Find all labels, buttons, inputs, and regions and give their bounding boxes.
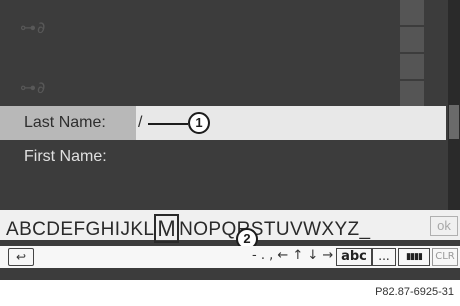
character-strip[interactable]: ABCDEFGHIJKL M NOPQRSTUVWXYZ_: [6, 214, 371, 243]
side-tile: [400, 0, 424, 25]
letters-before[interactable]: ABCDEFGHIJKL: [6, 219, 154, 240]
keyboard-layout-button[interactable]: ▮▮▮▮: [398, 248, 430, 266]
callout-1: 1: [188, 112, 210, 134]
side-tile: [400, 54, 424, 79]
phone-book-icon: ⊶∂: [20, 78, 47, 97]
list-side-column: [400, 0, 424, 108]
letters-after[interactable]: NOPQRSTUVWXYZ_: [179, 219, 370, 240]
side-tile: [400, 81, 424, 106]
back-icon[interactable]: ↩: [8, 248, 34, 266]
first-name-label: First Name:: [24, 148, 107, 165]
side-tile: [400, 27, 424, 52]
last-name-label: Last Name:: [24, 114, 106, 131]
callout-1-line: [148, 123, 188, 125]
selected-letter[interactable]: M: [154, 214, 180, 243]
phone-book-icon: ⊶∂: [20, 18, 47, 37]
abc-button[interactable]: abc: [336, 248, 372, 266]
figure-reference: P82.87-6925-31: [375, 286, 454, 298]
scrollbar-thumb[interactable]: [449, 105, 459, 139]
more-characters-button[interactable]: ...: [372, 248, 396, 266]
character-bar[interactable]: ABCDEFGHIJKL M NOPQRSTUVWXYZ_ ok: [0, 210, 460, 243]
last-name-field[interactable]: Last Name: /: [0, 106, 446, 140]
function-bar: ↩ - . , ← ↑ ↓ → abc ... ▮▮▮▮ CLR: [0, 246, 460, 268]
first-name-field[interactable]: First Name:: [0, 140, 446, 174]
special-characters[interactable]: - . , ← ↑ ↓ →: [252, 248, 333, 263]
clear-button[interactable]: CLR: [432, 248, 458, 266]
display-screen: ⊶∂ ⊶∂ Last Name: / 1 First Name: ABCDEFG…: [0, 0, 460, 280]
last-name-value: /: [138, 114, 143, 131]
ok-button[interactable]: ok: [430, 216, 458, 236]
